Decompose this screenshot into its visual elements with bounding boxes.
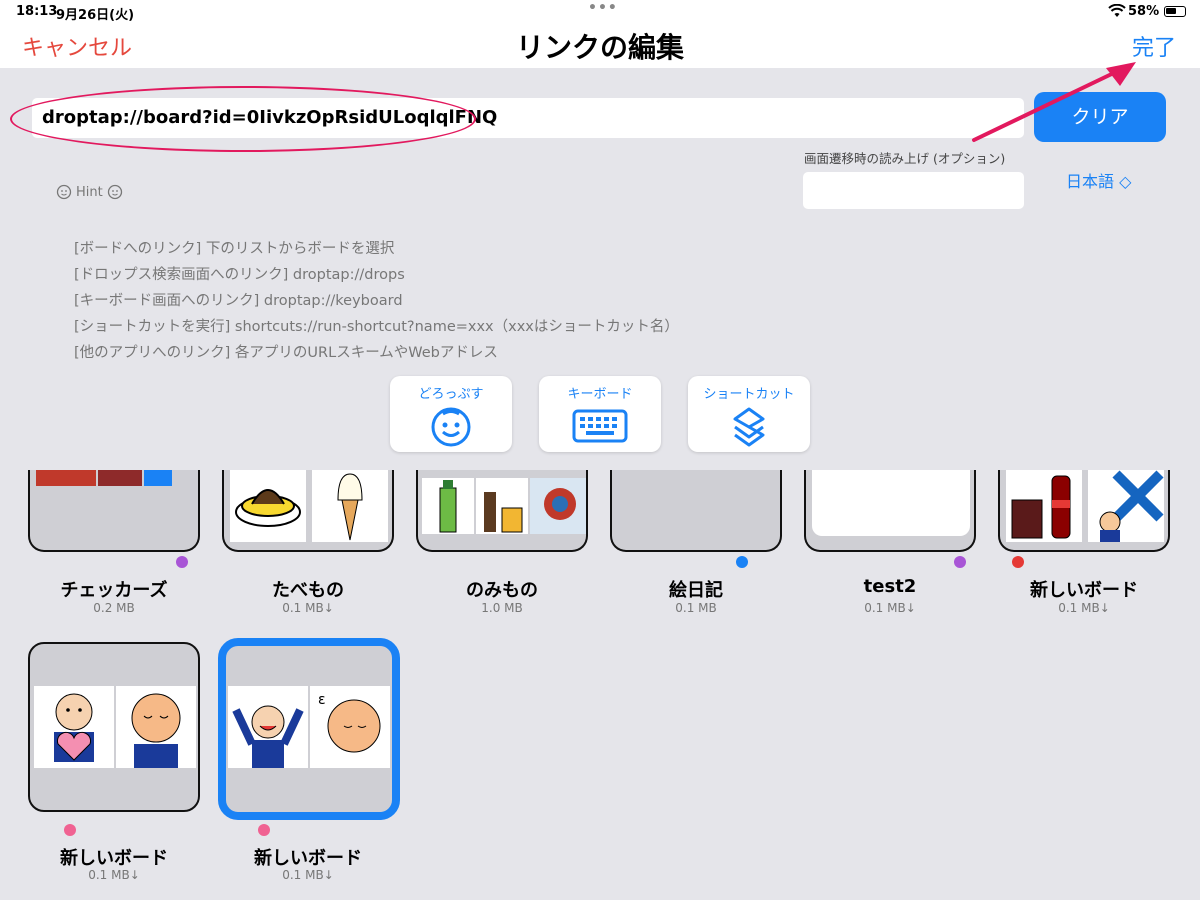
- board-name: test2: [863, 576, 917, 597]
- cheering-child-thumb: [228, 686, 308, 768]
- shortcuts-icon: [733, 407, 765, 447]
- hint-line: [他のアプリへのリンク] 各アプリのURLスキームやWebアドレス: [74, 345, 498, 361]
- pudding-thumb: [230, 470, 306, 542]
- board-size: 0.1 MB↓: [282, 868, 334, 882]
- face-icon: [56, 184, 72, 200]
- board-card-checkers[interactable]: [28, 470, 200, 552]
- board-size: 0.1 MB: [675, 601, 717, 615]
- bottle-thumb: [422, 478, 474, 534]
- board-size: 1.0 MB: [481, 601, 523, 615]
- url-input[interactable]: droptap://board?id=0IivkzOpRsidULoqlqlFN…: [32, 98, 1024, 138]
- hint-list: [ボードへのリンク] 下のリストからボードを選択 [ドロップス検索画面へのリンク…: [74, 236, 679, 366]
- board-card-new-1[interactable]: [998, 470, 1170, 552]
- board-size: 0.1 MB↓: [282, 601, 334, 615]
- board-card-new-2[interactable]: [28, 642, 200, 812]
- thinking-face-thumb: ε: [310, 686, 390, 768]
- clear-button[interactable]: クリア: [1034, 92, 1166, 142]
- child-heart-thumb: [34, 686, 114, 768]
- cola-thumb: [1006, 470, 1082, 542]
- status-date: 9月26日(火): [56, 8, 135, 23]
- wifi-icon: [1108, 4, 1126, 17]
- board-card-enikki[interactable]: [610, 470, 782, 552]
- color-dot: [176, 556, 188, 568]
- speech-label: 画面遷移時の読み上げ (オプション): [804, 151, 1006, 166]
- board-name: チェッカーズ: [60, 580, 168, 601]
- board-name: のみもの: [466, 580, 538, 601]
- board-name: 絵日記: [669, 580, 723, 601]
- board-name: 新しいボード: [1030, 580, 1138, 601]
- color-dot: [736, 556, 748, 568]
- keyboard-button[interactable]: キーボード: [539, 376, 661, 452]
- color-dot: [64, 824, 76, 836]
- drops-button[interactable]: どろっぷす: [390, 376, 512, 452]
- board-size: 0.1 MB↓: [1058, 601, 1110, 615]
- hint-line: [ドロップス検索画面へのリンク] droptap://drops: [74, 267, 405, 283]
- board-card-new-3-selected[interactable]: ε: [218, 638, 400, 820]
- hint-line: [キーボード画面へのリンク] droptap://keyboard: [74, 293, 403, 309]
- smiley-face-icon: [431, 407, 471, 447]
- sleepy-face-thumb: [116, 686, 196, 768]
- board-card-tabemono[interactable]: [222, 470, 394, 552]
- board-size: 0.2 MB: [93, 601, 135, 615]
- nav-bar: キャンセル リンクの編集 完了: [0, 24, 1200, 68]
- svg-text:ε: ε: [318, 692, 326, 708]
- photo-thumb: [530, 478, 586, 534]
- link-edit-panel: droptap://board?id=0IivkzOpRsidULoqlqlFN…: [0, 68, 1200, 470]
- color-dot: [258, 824, 270, 836]
- speech-input[interactable]: [803, 172, 1024, 209]
- drops-button-label: どろっぷす: [418, 387, 484, 402]
- cross-thumb: [1088, 470, 1164, 542]
- hint-line: [ボードへのリンク] 下のリストからボードを選択: [74, 241, 395, 257]
- battery-percent: 58%: [1128, 4, 1160, 19]
- board-card-nomimono[interactable]: [416, 470, 588, 552]
- color-dot: [954, 556, 966, 568]
- shortcuts-button[interactable]: ショートカット: [688, 376, 810, 452]
- hint-text: Hint: [76, 184, 103, 200]
- icecream-thumb: [312, 470, 388, 542]
- status-time: 18:13: [16, 4, 58, 19]
- keyboard-button-label: キーボード: [567, 387, 633, 402]
- board-size: 0.1 MB↓: [864, 601, 916, 615]
- status-bar: 18:13 9月26日(火) ••• 58%: [0, 0, 1200, 24]
- keyboard-icon: [572, 409, 628, 443]
- hint-label: Hint: [56, 184, 123, 200]
- board-card-test2[interactable]: [804, 470, 976, 552]
- page-title: リンクの編集: [515, 31, 684, 64]
- beer-thumb: [476, 478, 528, 534]
- battery-icon: [1164, 6, 1186, 17]
- board-name: 新しいボード: [60, 848, 168, 869]
- board-name: 新しいボード: [254, 848, 362, 869]
- shortcuts-button-label: ショートカット: [703, 387, 795, 402]
- face-icon: [107, 184, 122, 200]
- language-select[interactable]: 日本語 ◇: [1066, 168, 1131, 192]
- done-button[interactable]: 完了: [1132, 30, 1176, 62]
- hint-line: [ショートカットを実行] shortcuts://run-shortcut?na…: [74, 319, 679, 335]
- board-size: 0.1 MB↓: [88, 868, 140, 882]
- board-name: たべもの: [272, 580, 344, 601]
- multitasking-dots-icon[interactable]: •••: [588, 0, 618, 16]
- color-dot: [1012, 556, 1024, 568]
